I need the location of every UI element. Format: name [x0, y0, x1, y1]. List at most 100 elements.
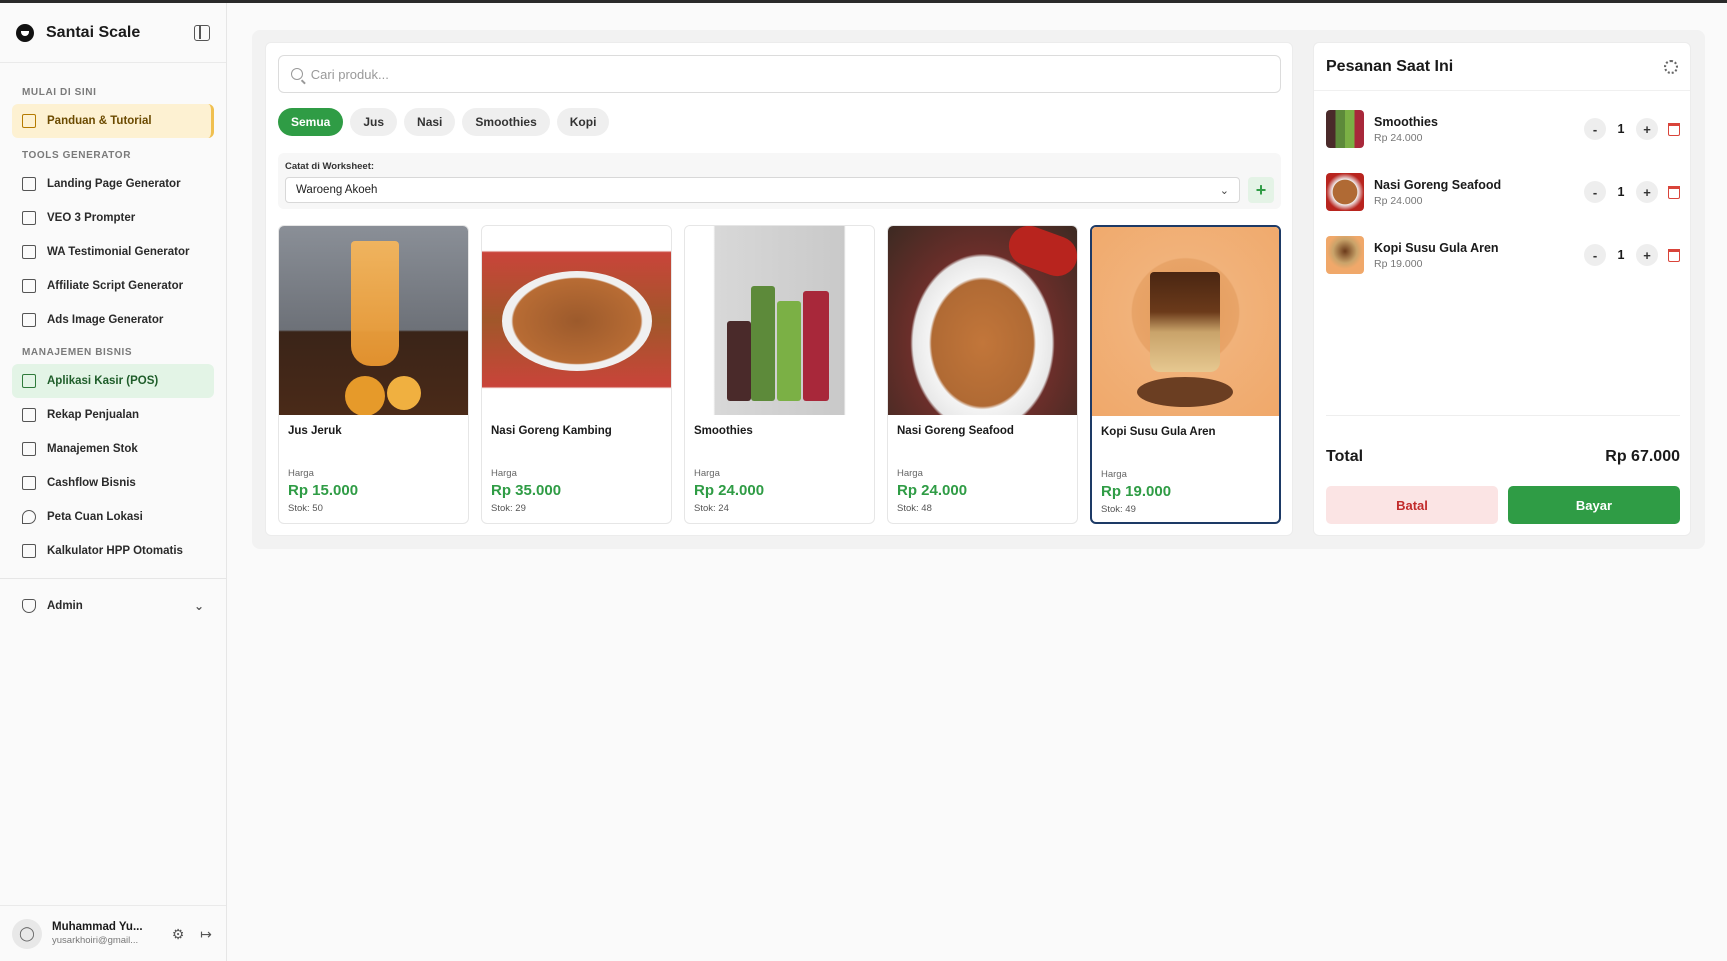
product-card[interactable]: Jus Jeruk Harga Rp 15.000 Stok: 50	[278, 225, 469, 524]
sidebar-item-label: VEO 3 Prompter	[47, 212, 136, 224]
search-box[interactable]	[278, 55, 1281, 93]
decrease-qty-button[interactable]: -	[1584, 181, 1606, 203]
total-label: Total	[1326, 448, 1364, 465]
product-stock: Stok: 48	[897, 503, 932, 514]
search-input[interactable]	[310, 66, 1268, 82]
product-card[interactable]: Nasi Goreng Seafood Harga Rp 24.000 Stok…	[887, 225, 1078, 524]
layout-icon	[22, 177, 36, 191]
order-item-qty: 1	[1617, 185, 1625, 199]
avatar[interactable]: ◯	[12, 918, 42, 949]
sidebar-item-affiliate-script[interactable]: Affiliate Script Generator	[12, 269, 214, 303]
sidebar-item-rekap[interactable]: Rekap Penjualan	[12, 398, 214, 432]
order-item-thumbnail	[1326, 236, 1364, 274]
product-stock: Stok: 49	[1101, 504, 1136, 515]
sidebar-item-label: Ads Image Generator	[47, 314, 164, 326]
image-icon	[22, 313, 36, 327]
order-item-price: Rp 24.000	[1374, 131, 1423, 144]
trash-icon[interactable]	[1668, 122, 1680, 136]
sidebar-item-veo3[interactable]: VEO 3 Prompter	[12, 201, 214, 235]
sidebar-item-panduan[interactable]: Panduan & Tutorial	[12, 104, 214, 138]
sidebar-divider	[0, 578, 226, 579]
calculator-icon	[22, 544, 36, 558]
order-item-name: Nasi Goreng Seafood	[1374, 177, 1502, 192]
gear-icon[interactable]	[1664, 59, 1678, 74]
product-name: Kopi Susu Gula Aren	[1101, 426, 1216, 438]
order-total: Total Rp 67.000	[1326, 448, 1680, 466]
decrease-qty-button[interactable]: -	[1584, 244, 1606, 266]
cancel-button[interactable]: Batal	[1326, 486, 1498, 524]
product-grid: Jus Jeruk Harga Rp 15.000 Stok: 50 Nasi …	[278, 225, 1281, 524]
worksheet-section: Catat di Worksheet: Waroeng Akoeh ⌄ +	[278, 153, 1281, 209]
sidebar-item-cashflow[interactable]: Cashflow Bisnis	[12, 466, 214, 500]
sidebar-item-ads-image[interactable]: Ads Image Generator	[12, 303, 214, 337]
product-image	[888, 226, 1077, 415]
decrease-qty-button[interactable]: -	[1584, 118, 1606, 140]
sidebar-item-label: Manajemen Stok	[47, 443, 138, 455]
price-label: Harga	[694, 468, 720, 479]
order-title: Pesanan Saat Ini	[1326, 57, 1454, 75]
order-item-name: Smoothies	[1374, 114, 1438, 129]
user-profile: ◯ Muhammad Yu... yusarkhoiri@gmail... ⚙ …	[0, 905, 226, 961]
sidebar-item-admin[interactable]: Admin ⌄	[12, 589, 214, 623]
category-chip-nasi[interactable]: Nasi	[404, 108, 456, 136]
category-chip-smoothies[interactable]: Smoothies	[462, 108, 550, 136]
map-pin-icon	[22, 510, 36, 524]
product-name: Nasi Goreng Kambing	[491, 425, 612, 437]
sidebar-item-landing-page[interactable]: Landing Page Generator	[12, 167, 214, 201]
category-chip-kopi[interactable]: Kopi	[556, 108, 610, 136]
product-stock: Stok: 50	[288, 503, 323, 514]
product-card[interactable]: Nasi Goreng Kambing Harga Rp 35.000 Stok…	[481, 225, 672, 524]
increase-qty-button[interactable]: +	[1636, 118, 1658, 140]
order-item-price: Rp 19.000	[1374, 257, 1423, 270]
category-chip-jus[interactable]: Jus	[350, 108, 398, 136]
sidebar-item-label: Peta Cuan Lokasi	[47, 511, 143, 523]
price-label: Harga	[491, 468, 517, 479]
increase-qty-button[interactable]: +	[1636, 181, 1658, 203]
trash-icon[interactable]	[1668, 185, 1680, 199]
product-stock: Stok: 29	[491, 503, 526, 514]
add-worksheet-button[interactable]: +	[1248, 177, 1274, 203]
sidebar-item-kasir[interactable]: Aplikasi Kasir (POS)	[12, 364, 214, 398]
order-item-qty: 1	[1617, 248, 1625, 262]
sidebar-item-hpp[interactable]: Kalkulator HPP Otomatis	[12, 534, 214, 568]
shield-icon	[22, 599, 36, 613]
message-icon	[22, 245, 36, 259]
user-info: Muhammad Yu... yusarkhoiri@gmail...	[52, 921, 158, 946]
sidebar-item-peta-cuan[interactable]: Peta Cuan Lokasi	[12, 500, 214, 534]
order-item: Nasi Goreng Seafood Rp 24.000 - 1 +	[1326, 172, 1680, 212]
trash-icon[interactable]	[1668, 248, 1680, 262]
product-name: Jus Jeruk	[288, 425, 342, 437]
order-actions: Batal Bayar	[1326, 486, 1680, 524]
section-title-mulai: MULAI DI SINI	[22, 87, 97, 98]
sidebar-collapse-icon[interactable]	[194, 24, 210, 41]
product-image	[685, 226, 874, 415]
worksheet-label: Catat di Worksheet:	[285, 161, 375, 172]
worksheet-select[interactable]: Waroeng Akoeh ⌄	[285, 177, 1240, 203]
sidebar-item-label: Landing Page Generator	[47, 178, 181, 190]
logo-icon	[16, 23, 34, 42]
order-item-name: Kopi Susu Gula Aren	[1374, 240, 1499, 255]
pay-button[interactable]: Bayar	[1508, 486, 1680, 524]
sidebar-item-wa-testimonial[interactable]: WA Testimonial Generator	[12, 235, 214, 269]
product-card[interactable]: Smoothies Harga Rp 24.000 Stok: 24	[684, 225, 875, 524]
sidebar-item-stok[interactable]: Manajemen Stok	[12, 432, 214, 466]
product-price: Rp 35.000	[491, 482, 562, 499]
price-label: Harga	[897, 468, 923, 479]
section-title-manajemen: MANAJEMEN BISNIS	[22, 347, 133, 358]
worksheet-value: Waroeng Akoeh	[296, 184, 378, 196]
product-price: Rp 15.000	[288, 482, 359, 499]
sidebar: Santai Scale MULAI DI SINI Panduan & Tut…	[0, 3, 227, 961]
warehouse-icon	[22, 442, 36, 456]
film-icon	[22, 211, 36, 225]
category-chip-semua[interactable]: Semua	[278, 108, 344, 136]
increase-qty-button[interactable]: +	[1636, 244, 1658, 266]
product-card-selected[interactable]: Kopi Susu Gula Aren Harga Rp 19.000 Stok…	[1090, 225, 1281, 524]
app-name: Santai Scale	[46, 23, 141, 41]
order-item-thumbnail	[1326, 173, 1364, 211]
settings-gear-icon[interactable]: ⚙	[170, 926, 186, 942]
product-image	[482, 226, 671, 415]
cart-icon	[22, 374, 36, 388]
logout-icon[interactable]: ↦	[198, 926, 214, 942]
sidebar-item-label: Affiliate Script Generator	[47, 280, 184, 292]
order-divider	[1326, 415, 1680, 416]
